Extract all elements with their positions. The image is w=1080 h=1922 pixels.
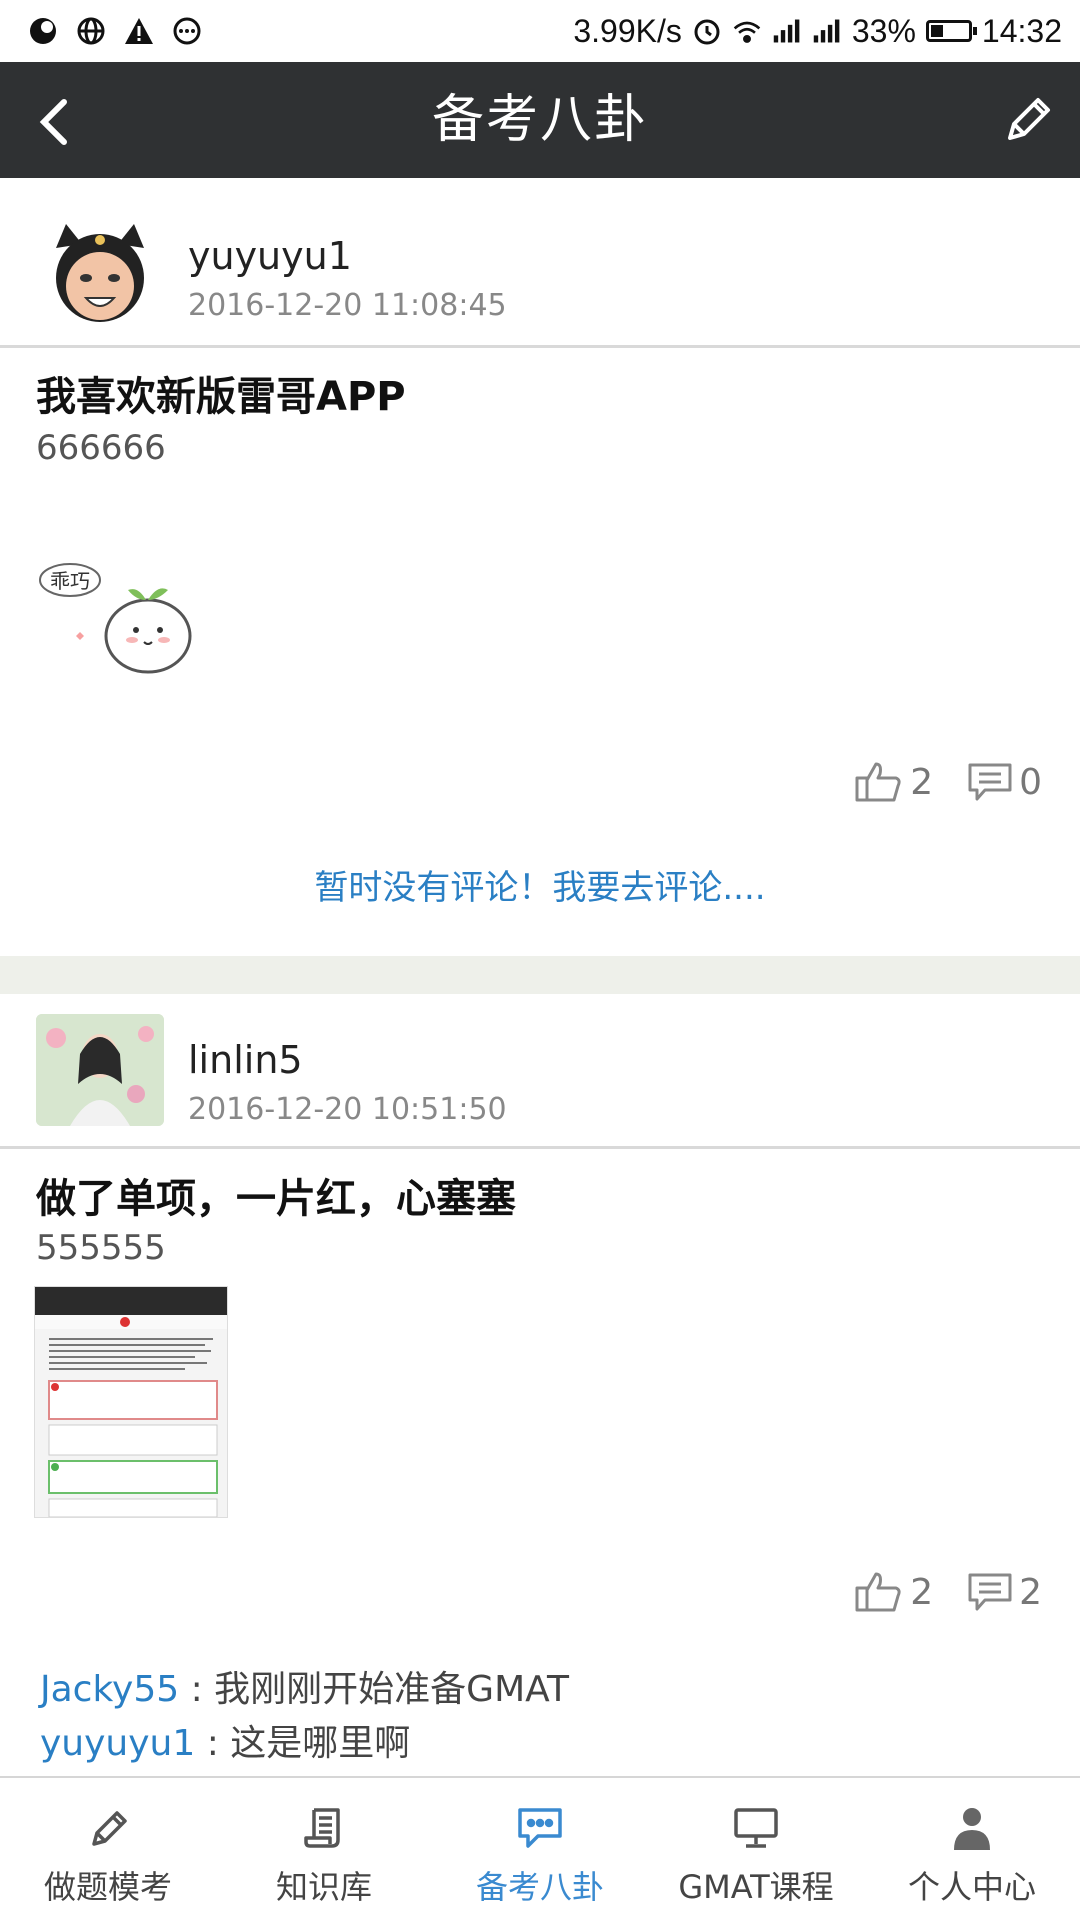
globe-icon — [76, 16, 106, 46]
like-count: 2 — [910, 761, 934, 803]
cloud-icon — [28, 16, 58, 46]
avatar[interactable] — [36, 218, 164, 330]
post-body: 555555 — [36, 1228, 166, 1268]
tab-knowledge[interactable]: 知识库 — [216, 1778, 432, 1922]
comment-text: 我刚刚开始准备GMAT — [214, 1669, 569, 1710]
sticker-label: 乖巧 — [50, 569, 90, 593]
post-title[interactable]: 我喜欢新版雷哥APP — [36, 364, 406, 422]
like-button[interactable]: 2 — [854, 760, 933, 804]
like-button[interactable]: 2 — [854, 1570, 933, 1614]
post-card[interactable]: yuyuyu1 2016-12-20 11:08:45 我喜欢新版雷哥APP 6… — [0, 178, 1080, 956]
tab-gossip[interactable]: 备考八卦 — [432, 1778, 648, 1922]
comment-item[interactable]: yuyuyu1 : 这是哪里啊 — [40, 1714, 410, 1766]
post-actions: 2 0 — [854, 760, 1042, 804]
scroll-icon — [304, 1808, 340, 1848]
comment-item[interactable]: Jacky55 : 我刚刚开始准备GMAT — [40, 1660, 569, 1712]
comment-text: 这是哪里啊 — [230, 1723, 411, 1764]
thumbs-up-icon — [855, 1572, 901, 1612]
comment-separator: : — [195, 1723, 231, 1764]
post-body: 666666 — [36, 428, 166, 468]
net-speed: 3.99K/s — [573, 12, 682, 49]
bottom-tab-bar: 做题模考 知识库 备考八卦 GMAT课程 个人中心 — [0, 1776, 1080, 1922]
comment-count: 2 — [1019, 1571, 1042, 1613]
tab-label: 做题模考 — [43, 1868, 172, 1906]
comment-button[interactable]: 2 — [967, 1572, 1042, 1613]
post-title[interactable]: 做了单项，一片红，心塞塞 — [36, 1166, 516, 1224]
tab-label: 知识库 — [275, 1868, 372, 1906]
compose-button[interactable] — [996, 88, 1056, 152]
alarm-icon — [692, 16, 722, 46]
no-comment-link[interactable]: 暂时没有评论！我要去评论.... — [0, 860, 1080, 909]
comment-icon — [968, 1573, 1012, 1611]
clock: 14:32 — [981, 12, 1062, 49]
post-header: yuyuyu1 2016-12-20 11:08:45 — [0, 178, 1080, 348]
status-bar: 3.99K/s 33% 14:32 — [0, 0, 1080, 62]
post-timestamp: 2016-12-20 10:51:50 — [188, 1092, 507, 1127]
more-icon — [172, 16, 202, 46]
tab-practice[interactable]: 做题模考 — [0, 1778, 216, 1922]
monitor-icon — [734, 1808, 778, 1848]
avatar[interactable] — [36, 1014, 164, 1126]
signal-icon — [772, 16, 802, 46]
battery-icon — [925, 20, 977, 42]
page-title: 备考八卦 — [431, 90, 648, 150]
post-separator — [0, 956, 1080, 994]
title-bar: 备考八卦 — [0, 62, 1080, 178]
battery-percent: 33% — [851, 12, 916, 49]
status-icons-left — [28, 16, 202, 46]
warning-icon — [124, 16, 154, 46]
comment-icon — [968, 763, 1012, 801]
tab-label: GMAT课程 — [678, 1868, 834, 1906]
chat-icon — [518, 1808, 562, 1848]
comment-button[interactable]: 0 — [967, 762, 1042, 803]
tab-label: 个人中心 — [907, 1868, 1036, 1906]
post-card[interactable]: linlin5 2016-12-20 10:51:50 做了单项，一片红，心塞塞… — [0, 994, 1080, 1778]
pencil-icon — [1008, 98, 1050, 140]
status-icons-right: 3.99K/s 33% 14:32 — [573, 13, 1062, 50]
post-feed: yuyuyu1 2016-12-20 11:08:45 我喜欢新版雷哥APP 6… — [0, 178, 1080, 1778]
wifi-icon — [732, 16, 762, 46]
comment-count: 0 — [1019, 761, 1042, 803]
post-timestamp: 2016-12-20 11:08:45 — [188, 288, 507, 323]
thumbs-up-icon — [855, 762, 901, 802]
post-header: linlin5 2016-12-20 10:51:50 — [0, 994, 1080, 1149]
username[interactable]: yuyuyu1 — [188, 234, 352, 278]
pencil-icon — [92, 1811, 127, 1846]
post-image[interactable]: 乖巧 — [36, 550, 216, 690]
username[interactable]: linlin5 — [188, 1038, 303, 1082]
tab-courses[interactable]: GMAT课程 — [648, 1778, 864, 1922]
comment-separator: : — [179, 1669, 215, 1710]
signal-icon-2 — [812, 16, 842, 46]
person-icon — [954, 1808, 990, 1850]
comment-username[interactable]: yuyuyu1 — [40, 1723, 195, 1764]
like-count: 2 — [910, 1571, 934, 1613]
tab-profile[interactable]: 个人中心 — [864, 1778, 1080, 1922]
post-actions: 2 2 — [854, 1570, 1042, 1614]
post-image[interactable] — [34, 1286, 228, 1518]
comment-username[interactable]: Jacky55 — [40, 1669, 179, 1710]
tab-label: 备考八卦 — [475, 1868, 604, 1906]
